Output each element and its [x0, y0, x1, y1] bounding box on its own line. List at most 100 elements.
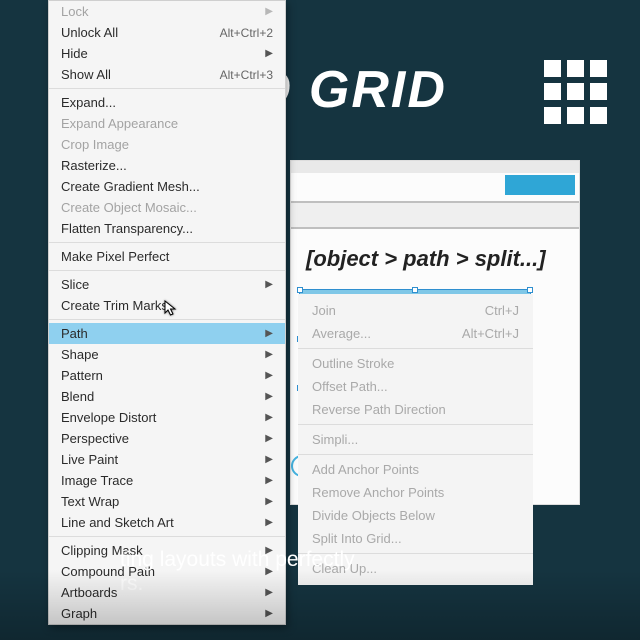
- menu-item-label: Image Trace: [61, 473, 133, 488]
- menu-item[interactable]: Make Pixel Perfect: [49, 246, 285, 267]
- context-menu[interactable]: Lock▶Unlock AllAlt+Ctrl+2Hide▶Show AllAl…: [48, 0, 286, 625]
- menu-item-label: Envelope Distort: [61, 410, 156, 425]
- menu-item[interactable]: Hide▶: [49, 43, 285, 64]
- submenu-item[interactable]: Remove Anchor Points: [298, 481, 533, 504]
- chevron-right-icon: ▶: [265, 433, 273, 444]
- menu-item-label: Lock: [61, 4, 88, 19]
- submenu-item[interactable]: Add Anchor Points: [298, 458, 533, 481]
- bottom-fade: [0, 570, 640, 640]
- menu-separator: [49, 242, 285, 243]
- menu-item[interactable]: Path ▶: [49, 323, 285, 344]
- submenu-item-shortcut: Ctrl+J: [485, 303, 519, 318]
- chevron-right-icon: ▶: [265, 349, 273, 360]
- menu-item: Lock▶: [49, 1, 285, 22]
- chevron-right-icon: ▶: [265, 412, 273, 423]
- chevron-right-icon: ▶: [265, 517, 273, 528]
- menu-item-label: Expand...: [61, 95, 116, 110]
- menu-item[interactable]: Image Trace ▶: [49, 470, 285, 491]
- menu-item[interactable]: Perspective ▶: [49, 428, 285, 449]
- menu-item-label: Crop Image: [61, 137, 129, 152]
- menu-item[interactable]: Create Trim Marks: [49, 295, 285, 316]
- submenu-item-label: Join: [312, 303, 336, 318]
- menu-item: Crop Image: [49, 134, 285, 155]
- caption-line1: ting layouts with perfectly: [120, 548, 355, 571]
- handle-tl[interactable]: [297, 287, 303, 293]
- menu-separator: [49, 88, 285, 89]
- submenu-item[interactable]: Join Ctrl+J: [298, 299, 533, 322]
- submenu-item-label: Outline Stroke: [312, 356, 394, 371]
- submenu-item-label: Simpli...: [312, 432, 358, 447]
- submenu-item-label: Average...: [312, 326, 371, 341]
- handle-t[interactable]: [412, 287, 418, 293]
- menu-item-label: Live Paint: [61, 452, 118, 467]
- chevron-right-icon: ▶: [265, 475, 273, 486]
- menu-item-label: Line and Sketch Art: [61, 515, 174, 530]
- submenu-item[interactable]: Outline Stroke: [298, 352, 533, 375]
- menu-item: Create Object Mosaic...: [49, 197, 285, 218]
- menu-item-label: Make Pixel Perfect: [61, 249, 169, 264]
- menu-item[interactable]: Flatten Transparency...: [49, 218, 285, 239]
- chevron-right-icon: ▶: [265, 496, 273, 507]
- menu-item-shortcut: Alt+Ctrl+2: [220, 26, 273, 40]
- menu-item[interactable]: Unlock All Alt+Ctrl+2: [49, 22, 285, 43]
- menu-item[interactable]: Show All Alt+Ctrl+3: [49, 64, 285, 85]
- submenu-item[interactable]: Average... Alt+Ctrl+J: [298, 322, 533, 345]
- menu-item-label: Show All: [61, 67, 111, 82]
- submenu-separator: [298, 348, 533, 349]
- menu-item[interactable]: Shape ▶: [49, 344, 285, 365]
- chevron-right-icon: ▶: [265, 48, 273, 59]
- submenu-path[interactable]: Join Ctrl+J Average... Alt+Ctrl+J Outline St…: [298, 294, 533, 585]
- menu-item[interactable]: Text Wrap ▶: [49, 491, 285, 512]
- menu-separator: [49, 319, 285, 320]
- menu-item[interactable]: Blend▶: [49, 386, 285, 407]
- menu-item-label: Create Trim Marks: [61, 298, 168, 313]
- menu-item-label: Path: [61, 326, 88, 341]
- menu-item-label: Text Wrap: [61, 494, 119, 509]
- menu-item-label: Pattern: [61, 368, 103, 383]
- menu-item-label: Expand Appearance: [61, 116, 178, 131]
- menu-item-label: Perspective: [61, 431, 129, 446]
- submenu-item[interactable]: Offset Path...: [298, 375, 533, 398]
- submenu-item-label: Split Into Grid...: [312, 531, 402, 546]
- menu-item-label: Create Gradient Mesh...: [61, 179, 200, 194]
- handle-tr[interactable]: [527, 287, 533, 293]
- menu-item-label: Create Object Mosaic...: [61, 200, 197, 215]
- submenu-item-label: Offset Path...: [312, 379, 388, 394]
- menu-separator: [49, 270, 285, 271]
- chevron-right-icon: ▶: [265, 454, 273, 465]
- menu-item[interactable]: Line and Sketch Art ▶: [49, 512, 285, 533]
- menu-item[interactable]: Pattern ▶: [49, 365, 285, 386]
- menu-item[interactable]: Create Gradient Mesh...: [49, 176, 285, 197]
- menu-item-label: Unlock All: [61, 25, 118, 40]
- submenu-separator: [298, 454, 533, 455]
- submenu-item[interactable]: Divide Objects Below: [298, 504, 533, 527]
- menu-item-shortcut: Alt+Ctrl+3: [220, 68, 273, 82]
- submenu-item[interactable]: Split Into Grid...: [298, 527, 533, 550]
- blue-tab: [505, 175, 575, 195]
- menu-item[interactable]: Expand...: [49, 92, 285, 113]
- submenu-item[interactable]: Reverse Path Direction: [298, 398, 533, 421]
- submenu-item-shortcut: Alt+Ctrl+J: [462, 326, 519, 341]
- menu-item[interactable]: Envelope Distort ▶: [49, 407, 285, 428]
- artboard-topbar: [291, 161, 579, 173]
- grid-icon: [544, 60, 608, 124]
- submenu-item[interactable]: Simpli...: [298, 428, 533, 451]
- submenu-item-label: Reverse Path Direction: [312, 402, 446, 417]
- chevron-right-icon: ▶: [265, 391, 273, 402]
- chevron-right-icon: ▶: [265, 328, 273, 339]
- menu-item[interactable]: Slice ▶: [49, 274, 285, 295]
- menu-separator: [49, 536, 285, 537]
- submenu-item-label: Add Anchor Points: [312, 462, 419, 477]
- submenu-separator: [298, 424, 533, 425]
- chevron-right-icon: ▶: [265, 370, 273, 381]
- menu-item-label: Rasterize...: [61, 158, 127, 173]
- menu-item-label: Slice: [61, 277, 89, 292]
- header-band: [291, 201, 579, 229]
- menu-item[interactable]: Live Paint ▶: [49, 449, 285, 470]
- menu-item-label: Shape: [61, 347, 99, 362]
- submenu-item-label: Remove Anchor Points: [312, 485, 444, 500]
- menu-item[interactable]: Rasterize...: [49, 155, 285, 176]
- chevron-right-icon: ▶: [265, 279, 273, 290]
- breadcrumb: [object > path > split...]: [306, 246, 546, 272]
- menu-item: Expand Appearance: [49, 113, 285, 134]
